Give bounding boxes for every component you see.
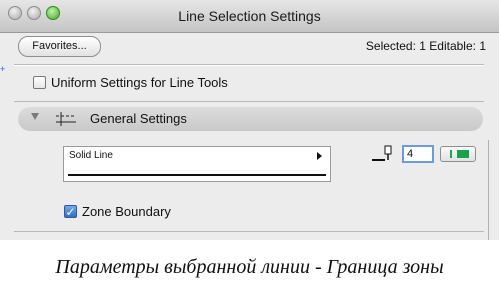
pen-color-indicator <box>450 150 452 158</box>
pen-color-swatch <box>457 150 469 158</box>
disclosure-triangle-icon[interactable] <box>31 113 39 120</box>
zone-boundary-row[interactable]: ✓ Zone Boundary <box>64 204 171 219</box>
popup-arrow-icon <box>317 152 322 160</box>
separator <box>14 231 484 232</box>
separator <box>14 101 484 102</box>
title-bar: Line Selection Settings <box>0 0 499 33</box>
line-type-value: Solid Line <box>69 150 113 161</box>
panel-border <box>488 140 489 240</box>
selection-info: Selected: 1 Editable: 1 <box>365 39 486 53</box>
canvas-edge-marker: + <box>0 64 6 74</box>
pen-color-button[interactable] <box>440 146 476 162</box>
uniform-settings-row[interactable]: Uniform Settings for Line Tools <box>33 75 228 90</box>
pen-number-input[interactable]: 4 <box>402 145 434 163</box>
uniform-settings-label: Uniform Settings for Line Tools <box>51 75 228 90</box>
line-type-selector[interactable]: Solid Line <box>63 146 331 182</box>
line-selection-settings-window: Line Selection Settings Favorites... Sel… <box>0 0 499 240</box>
general-settings-panel-header[interactable]: General Settings <box>18 107 483 131</box>
line-tool-icon <box>56 112 76 126</box>
figure-caption: Параметры выбранной линии - Граница зоны <box>55 256 444 278</box>
favorites-button[interactable]: Favorites... <box>18 36 101 57</box>
general-settings-title: General Settings <box>90 111 187 126</box>
zone-boundary-label: Zone Boundary <box>82 204 171 219</box>
zone-boundary-checkbox[interactable]: ✓ <box>64 205 77 219</box>
pen-icon <box>372 145 392 161</box>
uniform-settings-checkbox[interactable] <box>33 76 46 89</box>
window-title: Line Selection Settings <box>178 8 321 24</box>
separator-highlight <box>14 65 484 66</box>
line-type-preview <box>68 174 326 176</box>
